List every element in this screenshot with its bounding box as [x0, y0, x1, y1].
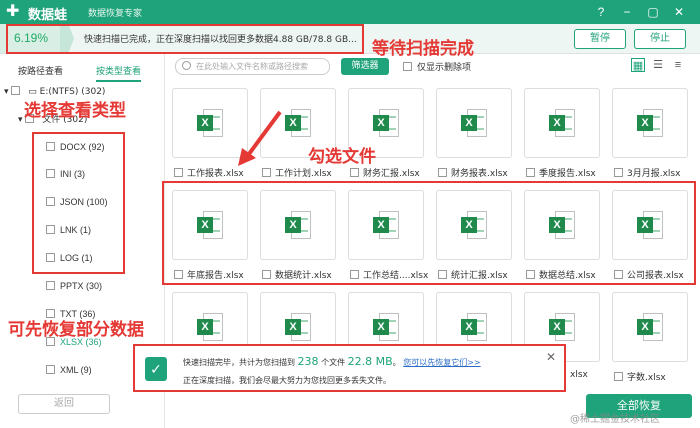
watermark: @稀土掘金技术社区	[570, 414, 660, 425]
excel-icon: X	[461, 311, 489, 343]
file-label: 财务汇报.xlsx	[363, 169, 420, 179]
file-label: 季度报告.xlsx	[539, 169, 596, 179]
excel-icon: X	[373, 311, 401, 343]
annotation-arrow-icon	[238, 110, 282, 166]
app-subtitle: 数据恢复专家	[88, 9, 143, 19]
back-button[interactable]: 返回	[18, 394, 110, 414]
annotation-box-types	[32, 132, 125, 274]
file-checkbox[interactable]	[438, 168, 447, 177]
file-name[interactable]: 字数.xlsx	[614, 370, 666, 383]
only-deleted-checkbox[interactable]	[403, 62, 412, 71]
pause-button[interactable]: 暂停	[574, 29, 626, 49]
excel-icon: X	[197, 107, 225, 139]
scan-complete-popup: ✓ 快速扫描完毕，共计为您扫描到 238 个文件 22.8 MB。 您可以先恢复…	[133, 344, 566, 392]
file-checkbox[interactable]	[262, 168, 271, 177]
popup-file-size: 22.8 MB	[347, 355, 393, 368]
recover-now-link[interactable]: 您可以先恢复它们>>	[403, 358, 480, 367]
popup-line-2: 正在深度扫描，我们会尽最大努力为您找回更多丢失文件。	[183, 376, 391, 385]
file-name[interactable]: 工作报表.xlsx	[174, 166, 244, 179]
collapse-icon[interactable]: ▾	[4, 87, 9, 97]
only-deleted-toggle[interactable]: 仅显示删除项	[403, 60, 471, 73]
type-item-xml[interactable]: XML (9)	[46, 365, 92, 375]
close-icon[interactable]: ✕	[670, 3, 688, 21]
file-tile[interactable]: X	[436, 88, 512, 158]
only-deleted-label: 仅显示删除项	[417, 63, 472, 73]
annotation-box-scan	[6, 24, 364, 54]
app-brand: 数据蛙	[28, 8, 68, 23]
popup-text: 个文件	[321, 358, 346, 367]
type-checkbox[interactable]	[46, 365, 55, 374]
file-checkbox[interactable]	[174, 168, 183, 177]
file-label: 财务报表.xlsx	[451, 169, 508, 179]
excel-icon: X	[373, 107, 401, 139]
type-item-pptx[interactable]: PPTX (30)	[46, 281, 102, 291]
file-checkbox[interactable]	[614, 372, 623, 381]
drive-checkbox[interactable]	[11, 86, 21, 95]
type-label: XML (9)	[60, 365, 92, 375]
annotation-partial: 可先恢复部分数据	[8, 320, 144, 340]
file-label: 字数.xlsx	[627, 373, 666, 383]
popup-text: 。	[392, 358, 401, 367]
excel-icon: X	[197, 311, 225, 343]
excel-icon: X	[637, 311, 665, 343]
file-name[interactable]: 季度报告.xlsx	[526, 166, 596, 179]
excel-icon: X	[637, 107, 665, 139]
annotation-box-files	[162, 181, 696, 285]
file-label: 工作报表.xlsx	[187, 169, 244, 179]
file-label: xlsx	[570, 370, 588, 380]
file-toolbar: 在此处输入文件名称或路径搜索 筛选器 仅显示删除项 ▦ ☰ ≡	[165, 54, 700, 78]
tab-by-path[interactable]: 按路径查看	[18, 64, 63, 77]
file-checkbox[interactable]	[614, 168, 623, 177]
file-name[interactable]: xlsx	[570, 370, 588, 380]
detail-view-icon[interactable]: ≡	[671, 58, 685, 72]
file-checkbox[interactable]	[350, 168, 359, 177]
title-bar: ✚ 数据蛙 数据恢复专家 ? − ▢ ✕	[0, 0, 700, 24]
minimize-icon[interactable]: −	[618, 3, 636, 21]
grid-view-icon[interactable]: ▦	[631, 58, 645, 72]
popup-line-1: 快速扫描完毕，共计为您扫描到 238 个文件 22.8 MB。 您可以先恢复它们…	[183, 355, 481, 368]
annotation-check-files: 勾选文件	[308, 147, 376, 167]
help-icon[interactable]: ?	[592, 3, 610, 21]
tab-by-type[interactable]: 按类型查看	[96, 64, 142, 82]
popup-close-icon[interactable]: ✕	[546, 350, 556, 364]
list-view-icon[interactable]: ☰	[651, 58, 665, 72]
file-tile[interactable]: X	[612, 88, 688, 158]
annotation-choose-type: 选择查看类型	[24, 101, 126, 121]
excel-icon: X	[461, 107, 489, 139]
file-tile[interactable]: X	[612, 292, 688, 362]
excel-icon: X	[285, 107, 313, 139]
file-tile[interactable]: X	[524, 88, 600, 158]
type-label: PPTX (30)	[60, 281, 103, 291]
file-name[interactable]: 财务汇报.xlsx	[350, 166, 420, 179]
search-input[interactable]: 在此处输入文件名称或路径搜索	[175, 58, 330, 75]
search-icon	[182, 61, 191, 70]
file-label: 工作计划.xlsx	[275, 169, 332, 179]
app-logo-icon: ✚	[6, 3, 20, 20]
sidebar-tabs: 按路径查看 按类型查看	[0, 60, 165, 82]
excel-icon: X	[549, 311, 577, 343]
collapse-icon[interactable]: ▾	[18, 115, 23, 125]
excel-icon: X	[549, 107, 577, 139]
excel-icon: X	[285, 311, 313, 343]
file-name[interactable]: 财务报表.xlsx	[438, 166, 508, 179]
stop-button[interactable]: 停止	[634, 29, 686, 49]
popup-file-count: 238	[297, 355, 319, 368]
scan-done-icon: ✓	[145, 357, 167, 381]
maximize-icon[interactable]: ▢	[644, 3, 662, 21]
popup-text: 快速扫描完毕，共计为您扫描到	[183, 358, 295, 367]
file-checkbox[interactable]	[526, 168, 535, 177]
type-checkbox[interactable]	[46, 281, 55, 290]
file-label: 3月月报.xlsx	[627, 169, 681, 179]
filter-button[interactable]: 筛选器	[341, 58, 389, 75]
file-name[interactable]: 3月月报.xlsx	[614, 166, 680, 179]
